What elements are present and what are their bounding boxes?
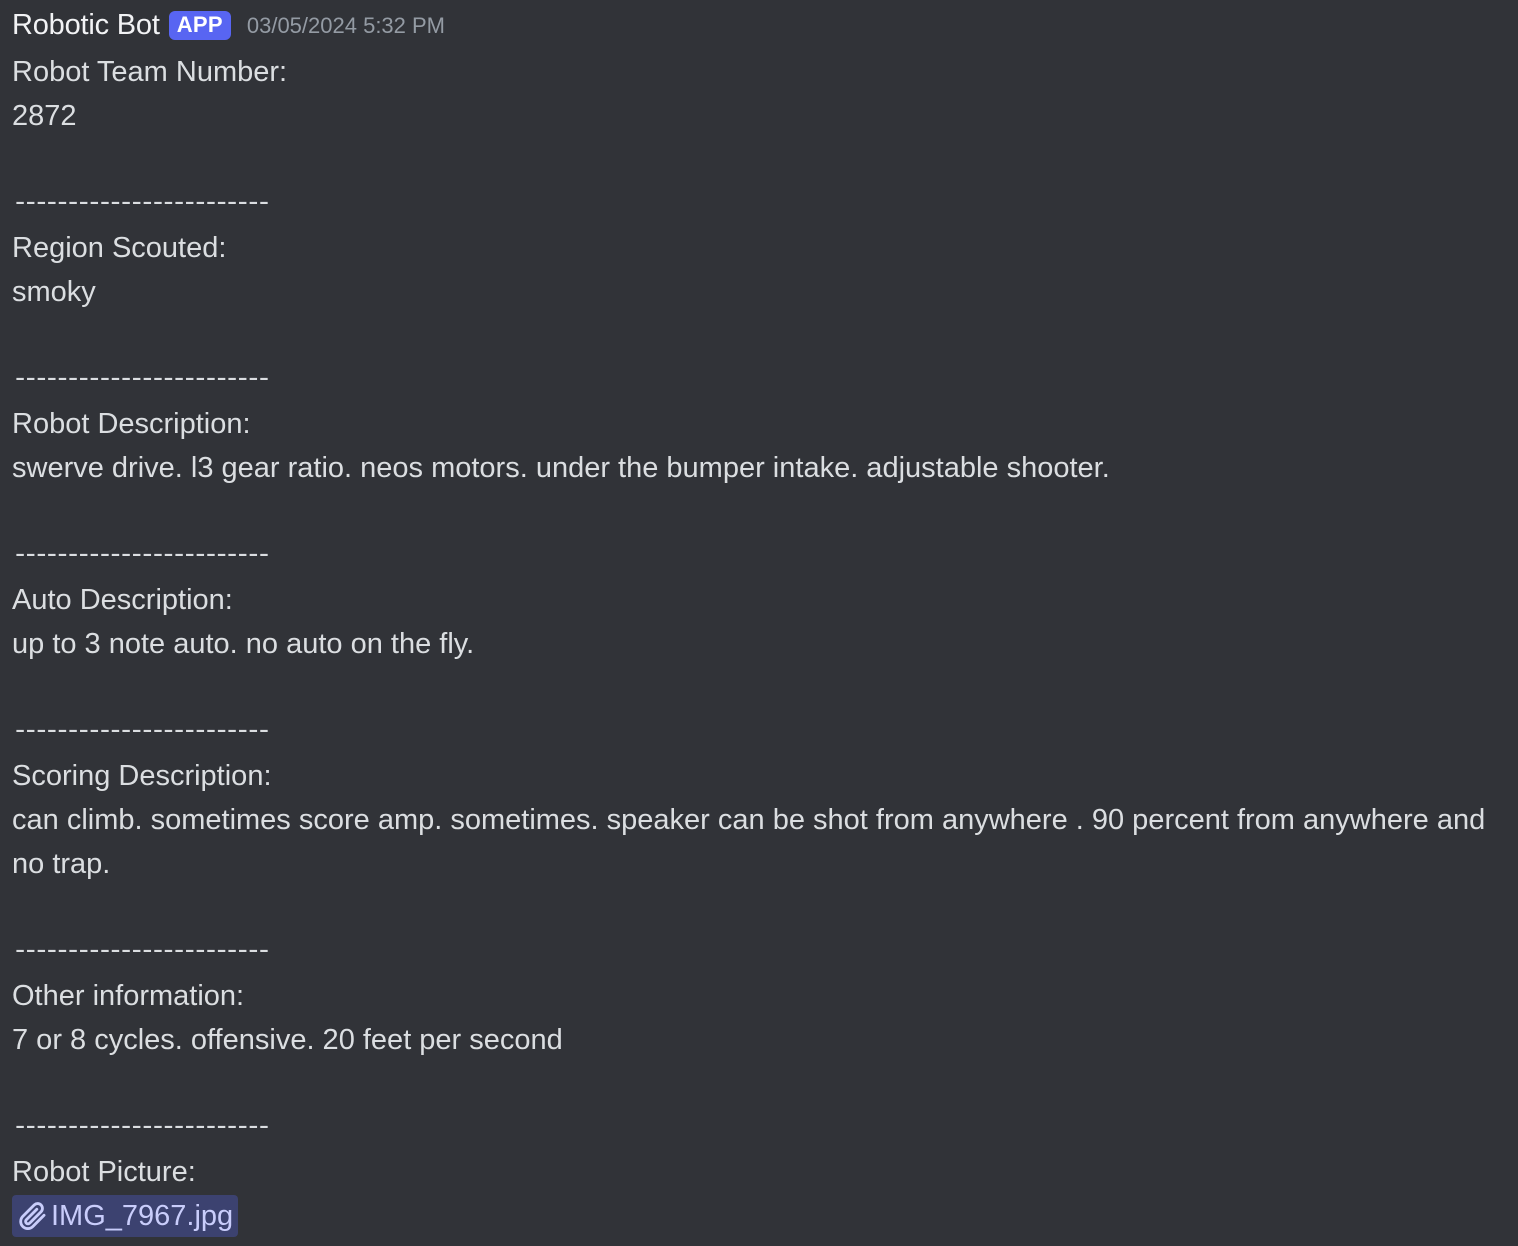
paperclip-icon [19,1202,46,1230]
region-value: smoky [12,276,96,308]
team-number-value: 2872 [12,100,77,132]
robot-description-value: swerve drive. l3 gear ratio. neos motors… [12,452,1110,484]
robot-picture-label: Robot Picture: [12,1156,196,1188]
scoring-description-value: can climb. sometimes score amp. sometime… [12,804,1486,880]
other-information-label: Other information: [12,980,245,1012]
region-label: Region Scouted: [12,232,227,264]
team-number-label: Robot Team Number: [12,56,288,88]
chat-message: Robotic Bot APP 03/05/2024 5:32 PM Robot… [12,0,1508,1246]
separator-line: ------------------------ [12,937,272,967]
auto-description-value: up to 3 note auto. no auto on the fly. [12,628,475,660]
separator-line: ------------------------ [12,541,272,571]
separator-line: ------------------------ [12,717,272,747]
app-badge: APP [168,10,231,40]
scoring-description-label: Scoring Description: [12,760,272,792]
message-timestamp[interactable]: 03/05/2024 5:32 PM [247,13,445,39]
separator-line: ------------------------ [12,365,272,395]
message-body: Robot Team Number: 2872 ----------------… [12,50,1508,1246]
separator-line: ------------------------ [12,189,272,219]
separator-line: ------------------------ [12,1113,272,1143]
other-information-value: 7 or 8 cycles. offensive. 20 feet per se… [12,1024,563,1056]
author-name[interactable]: Robotic Bot [12,9,160,42]
auto-description-label: Auto Description: [12,584,233,616]
attachment-filename[interactable]: IMG_7967.jpg [51,1194,233,1238]
attachment-link[interactable]: IMG_7967.jpg [12,1194,239,1238]
robot-description-label: Robot Description: [12,408,251,440]
message-header: Robotic Bot APP 03/05/2024 5:32 PM [12,0,1508,50]
